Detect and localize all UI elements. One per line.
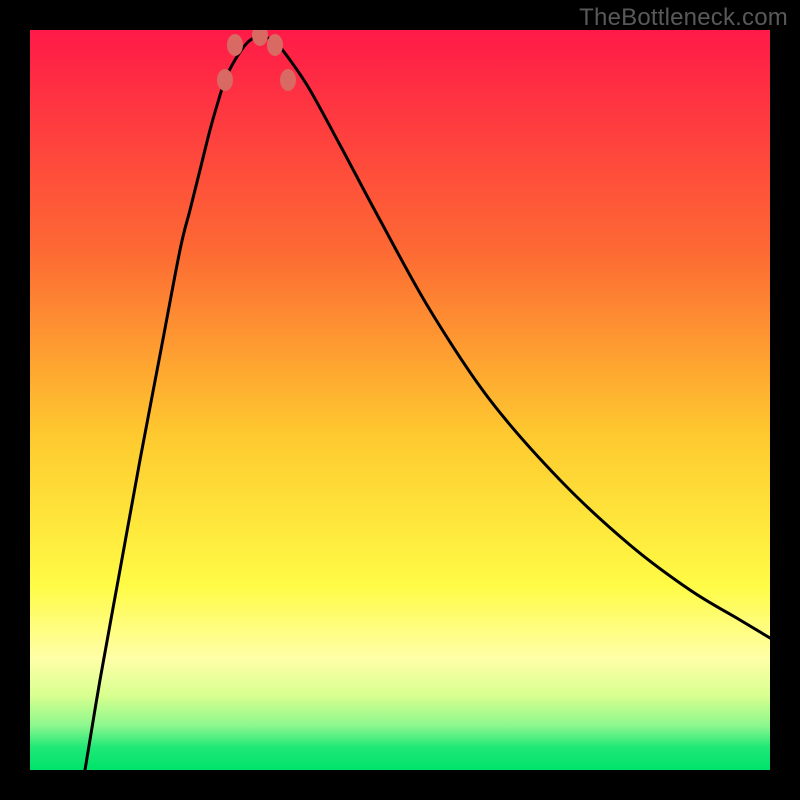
- curve-right-branch: [260, 35, 770, 638]
- curve-left-branch: [85, 35, 260, 770]
- curve-marker: [252, 30, 268, 46]
- chart-frame: [30, 30, 770, 770]
- curve-markers: [217, 30, 296, 91]
- curve-marker: [227, 34, 243, 56]
- watermark-text: TheBottleneck.com: [579, 4, 788, 32]
- curve-marker: [217, 69, 233, 91]
- curve-marker: [267, 34, 283, 56]
- chart-plot-layer: [30, 30, 770, 770]
- curve-marker: [280, 69, 296, 91]
